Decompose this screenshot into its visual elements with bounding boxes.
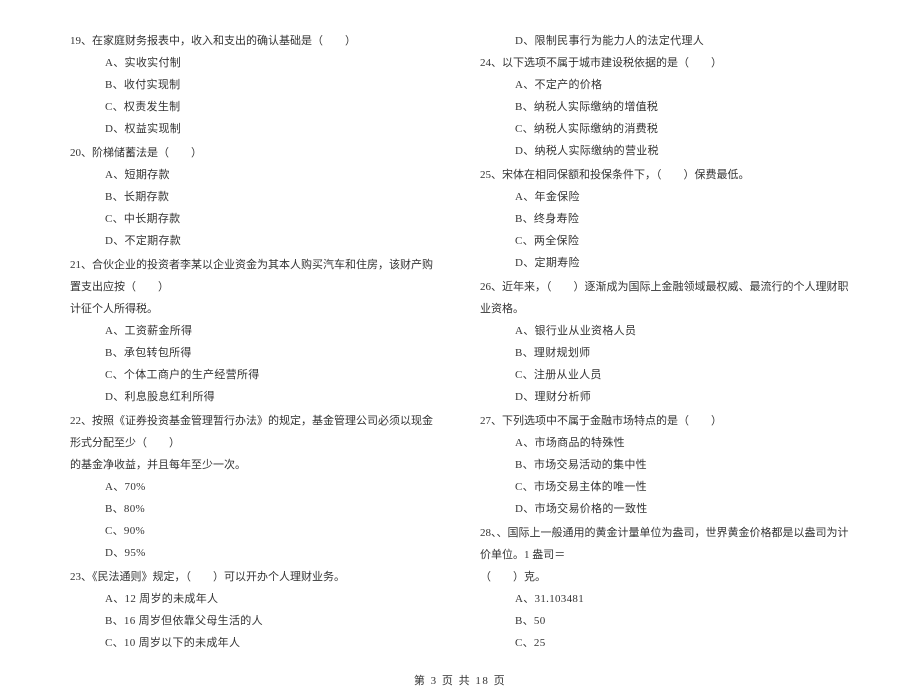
page-columns: 19、在家庭财务报表中，收入和支出的确认基础是（ ） A、实收实付制 B、收付实… bbox=[70, 30, 850, 656]
q19-option-c: C、权责发生制 bbox=[70, 96, 440, 118]
q19-option-d: D、权益实现制 bbox=[70, 118, 440, 140]
question-24: 24、以下选项不属于城市建设税依据的是（ ） A、不定产的价格 B、纳税人实际缴… bbox=[480, 52, 850, 162]
q23-option-b: B、16 周岁但依靠父母生活的人 bbox=[70, 610, 440, 632]
question-26: 26、近年来，（ ）逐渐成为国际上金融领域最权威、最流行的个人理财职业资格。 A… bbox=[480, 276, 850, 408]
q20-option-a: A、短期存款 bbox=[70, 164, 440, 186]
q20-option-d: D、不定期存款 bbox=[70, 230, 440, 252]
q28-stem: 28、、国际上一般通用的黄金计量单位为盎司，世界黄金价格都是以盎司为计价单位。1… bbox=[480, 522, 850, 566]
q21-option-b: B、承包转包所得 bbox=[70, 342, 440, 364]
q25-stem: 25、宋体在相同保额和投保条件下，（ ）保费最低。 bbox=[480, 164, 850, 186]
q23-stem: 23、《民法通则》规定，（ ）可以开办个人理财业务。 bbox=[70, 566, 440, 588]
question-22: 22、按照《证券投资基金管理暂行办法》的规定，基金管理公司必须以现金形式分配至少… bbox=[70, 410, 440, 564]
question-28: 28、、国际上一般通用的黄金计量单位为盎司，世界黄金价格都是以盎司为计价单位。1… bbox=[480, 522, 850, 654]
q27-option-b: B、市场交易活动的集中性 bbox=[480, 454, 850, 476]
q24-option-d: D、纳税人实际缴纳的营业税 bbox=[480, 140, 850, 162]
q23-option-d: D、限制民事行为能力人的法定代理人 bbox=[480, 30, 850, 52]
q23-option-c: C、10 周岁以下的未成年人 bbox=[70, 632, 440, 654]
q28-continuation: （ ）克。 bbox=[480, 566, 850, 588]
q21-option-d: D、利息股息红利所得 bbox=[70, 386, 440, 408]
q20-option-b: B、长期存款 bbox=[70, 186, 440, 208]
question-19: 19、在家庭财务报表中，收入和支出的确认基础是（ ） A、实收实付制 B、收付实… bbox=[70, 30, 440, 140]
q26-stem: 26、近年来，（ ）逐渐成为国际上金融领域最权威、最流行的个人理财职业资格。 bbox=[480, 276, 850, 320]
q27-option-c: C、市场交易主体的唯一性 bbox=[480, 476, 850, 498]
q27-option-d: D、市场交易价格的一致性 bbox=[480, 498, 850, 520]
q25-option-b: B、终身寿险 bbox=[480, 208, 850, 230]
q24-stem: 24、以下选项不属于城市建设税依据的是（ ） bbox=[480, 52, 850, 74]
question-20: 20、阶梯储蓄法是（ ） A、短期存款 B、长期存款 C、中长期存款 D、不定期… bbox=[70, 142, 440, 252]
q26-option-d: D、理财分析师 bbox=[480, 386, 850, 408]
q19-stem: 19、在家庭财务报表中，收入和支出的确认基础是（ ） bbox=[70, 30, 440, 52]
q28-option-a: A、31.103481 bbox=[480, 588, 850, 610]
question-23: 23、《民法通则》规定，（ ）可以开办个人理财业务。 A、12 周岁的未成年人 … bbox=[70, 566, 440, 654]
q21-continuation: 计征个人所得税。 bbox=[70, 298, 440, 320]
q19-option-b: B、收付实现制 bbox=[70, 74, 440, 96]
q22-stem: 22、按照《证券投资基金管理暂行办法》的规定，基金管理公司必须以现金形式分配至少… bbox=[70, 410, 440, 454]
q21-option-c: C、个体工商户的生产经营所得 bbox=[70, 364, 440, 386]
q27-option-a: A、市场商品的特殊性 bbox=[480, 432, 850, 454]
q24-option-c: C、纳税人实际缴纳的消费税 bbox=[480, 118, 850, 140]
right-column: D、限制民事行为能力人的法定代理人 24、以下选项不属于城市建设税依据的是（ ）… bbox=[480, 30, 850, 656]
page-footer: 第 3 页 共 18 页 bbox=[70, 670, 850, 692]
q22-option-d: D、95% bbox=[70, 542, 440, 564]
q22-option-c: C、90% bbox=[70, 520, 440, 542]
question-21: 21、合伙企业的投资者李某以企业资金为其本人购买汽车和住房，该财产购置支出应按（… bbox=[70, 254, 440, 408]
q20-option-c: C、中长期存款 bbox=[70, 208, 440, 230]
q26-option-a: A、银行业从业资格人员 bbox=[480, 320, 850, 342]
q21-stem: 21、合伙企业的投资者李某以企业资金为其本人购买汽车和住房，该财产购置支出应按（… bbox=[70, 254, 440, 298]
q20-stem: 20、阶梯储蓄法是（ ） bbox=[70, 142, 440, 164]
q28-option-b: B、50 bbox=[480, 610, 850, 632]
q27-stem: 27、下列选项中不属于金融市场特点的是（ ） bbox=[480, 410, 850, 432]
q28-option-c: C、25 bbox=[480, 632, 850, 654]
q24-option-b: B、纳税人实际缴纳的增值税 bbox=[480, 96, 850, 118]
q19-option-a: A、实收实付制 bbox=[70, 52, 440, 74]
q26-option-c: C、注册从业人员 bbox=[480, 364, 850, 386]
question-27: 27、下列选项中不属于金融市场特点的是（ ） A、市场商品的特殊性 B、市场交易… bbox=[480, 410, 850, 520]
q25-option-c: C、两全保险 bbox=[480, 230, 850, 252]
q25-option-d: D、定期寿险 bbox=[480, 252, 850, 274]
q24-option-a: A、不定产的价格 bbox=[480, 74, 850, 96]
q22-option-b: B、80% bbox=[70, 498, 440, 520]
left-column: 19、在家庭财务报表中，收入和支出的确认基础是（ ） A、实收实付制 B、收付实… bbox=[70, 30, 440, 656]
q22-continuation: 的基金净收益，并且每年至少一次。 bbox=[70, 454, 440, 476]
question-25: 25、宋体在相同保额和投保条件下，（ ）保费最低。 A、年金保险 B、终身寿险 … bbox=[480, 164, 850, 274]
q26-option-b: B、理财规划师 bbox=[480, 342, 850, 364]
q23-option-a: A、12 周岁的未成年人 bbox=[70, 588, 440, 610]
q25-option-a: A、年金保险 bbox=[480, 186, 850, 208]
q22-option-a: A、70% bbox=[70, 476, 440, 498]
q21-option-a: A、工资薪金所得 bbox=[70, 320, 440, 342]
